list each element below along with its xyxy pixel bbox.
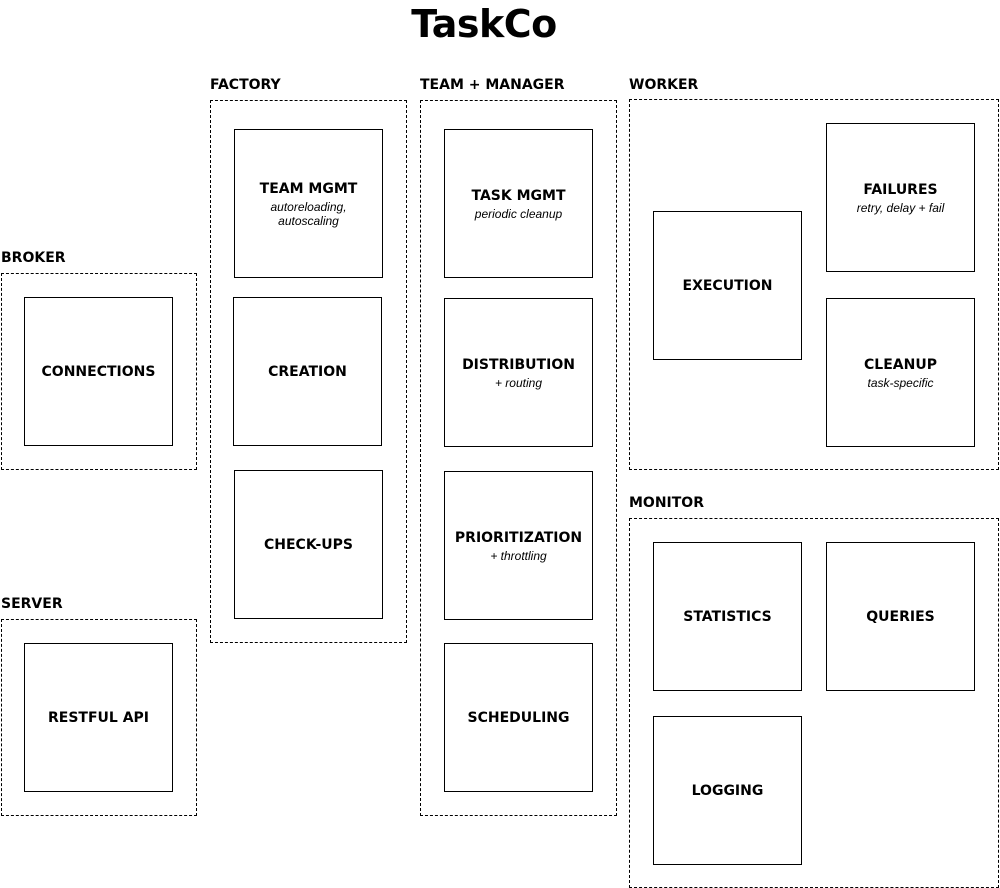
distribution-title: DISTRIBUTION xyxy=(462,356,575,373)
failures-block: FAILURES retry, delay + fail xyxy=(826,123,975,272)
broker-label: BROKER xyxy=(1,250,66,266)
failures-subtitle: retry, delay + fail xyxy=(856,200,945,215)
queries-title: QUERIES xyxy=(866,608,935,625)
task-mgmt-block: TASK MGMT periodic cleanup xyxy=(444,129,593,278)
worker-label: WORKER xyxy=(629,77,699,93)
restful-api-block: RESTFUL API xyxy=(24,643,173,792)
server-label: SERVER xyxy=(1,596,63,612)
prioritization-subtitle: + throttling xyxy=(490,548,547,563)
check-ups-title: CHECK-UPS xyxy=(264,536,353,553)
statistics-title: STATISTICS xyxy=(683,608,772,625)
cleanup-title: CLEANUP xyxy=(864,356,937,373)
task-mgmt-title: TASK MGMT xyxy=(471,187,566,204)
team-mgmt-block: TEAM MGMT autoreloading, autoscaling xyxy=(234,129,383,278)
prioritization-block: PRIORITIZATION + throttling xyxy=(444,471,593,620)
monitor-label: MONITOR xyxy=(629,495,704,511)
creation-title: CREATION xyxy=(268,363,347,380)
scheduling-title: SCHEDULING xyxy=(467,709,570,726)
prioritization-title: PRIORITIZATION xyxy=(454,529,583,546)
statistics-block: STATISTICS xyxy=(653,542,802,691)
logging-block: LOGGING xyxy=(653,716,802,865)
team-mgmt-subtitle: autoreloading, autoscaling xyxy=(270,199,347,228)
creation-block: CREATION xyxy=(233,297,382,446)
cleanup-block: CLEANUP task-specific xyxy=(826,298,975,447)
logging-title: LOGGING xyxy=(691,782,764,799)
distribution-subtitle: + routing xyxy=(494,375,543,390)
check-ups-block: CHECK-UPS xyxy=(234,470,383,619)
restful-api-title: RESTFUL API xyxy=(47,709,149,726)
connections-block: CONNECTIONS xyxy=(24,297,173,446)
execution-block: EXECUTION xyxy=(653,211,802,360)
cleanup-subtitle: task-specific xyxy=(867,375,934,390)
execution-title: EXECUTION xyxy=(682,277,773,294)
distribution-block: DISTRIBUTION + routing xyxy=(444,298,593,447)
team-manager-label: TEAM + MANAGER xyxy=(420,77,565,93)
task-mgmt-subtitle: periodic cleanup xyxy=(474,206,563,221)
team-mgmt-title: TEAM MGMT xyxy=(259,180,358,197)
diagram-title: TaskCo xyxy=(411,2,557,46)
scheduling-block: SCHEDULING xyxy=(444,643,593,792)
connections-title: CONNECTIONS xyxy=(41,363,156,380)
factory-label: FACTORY xyxy=(210,77,281,93)
queries-block: QUERIES xyxy=(826,542,975,691)
failures-title: FAILURES xyxy=(863,181,938,198)
